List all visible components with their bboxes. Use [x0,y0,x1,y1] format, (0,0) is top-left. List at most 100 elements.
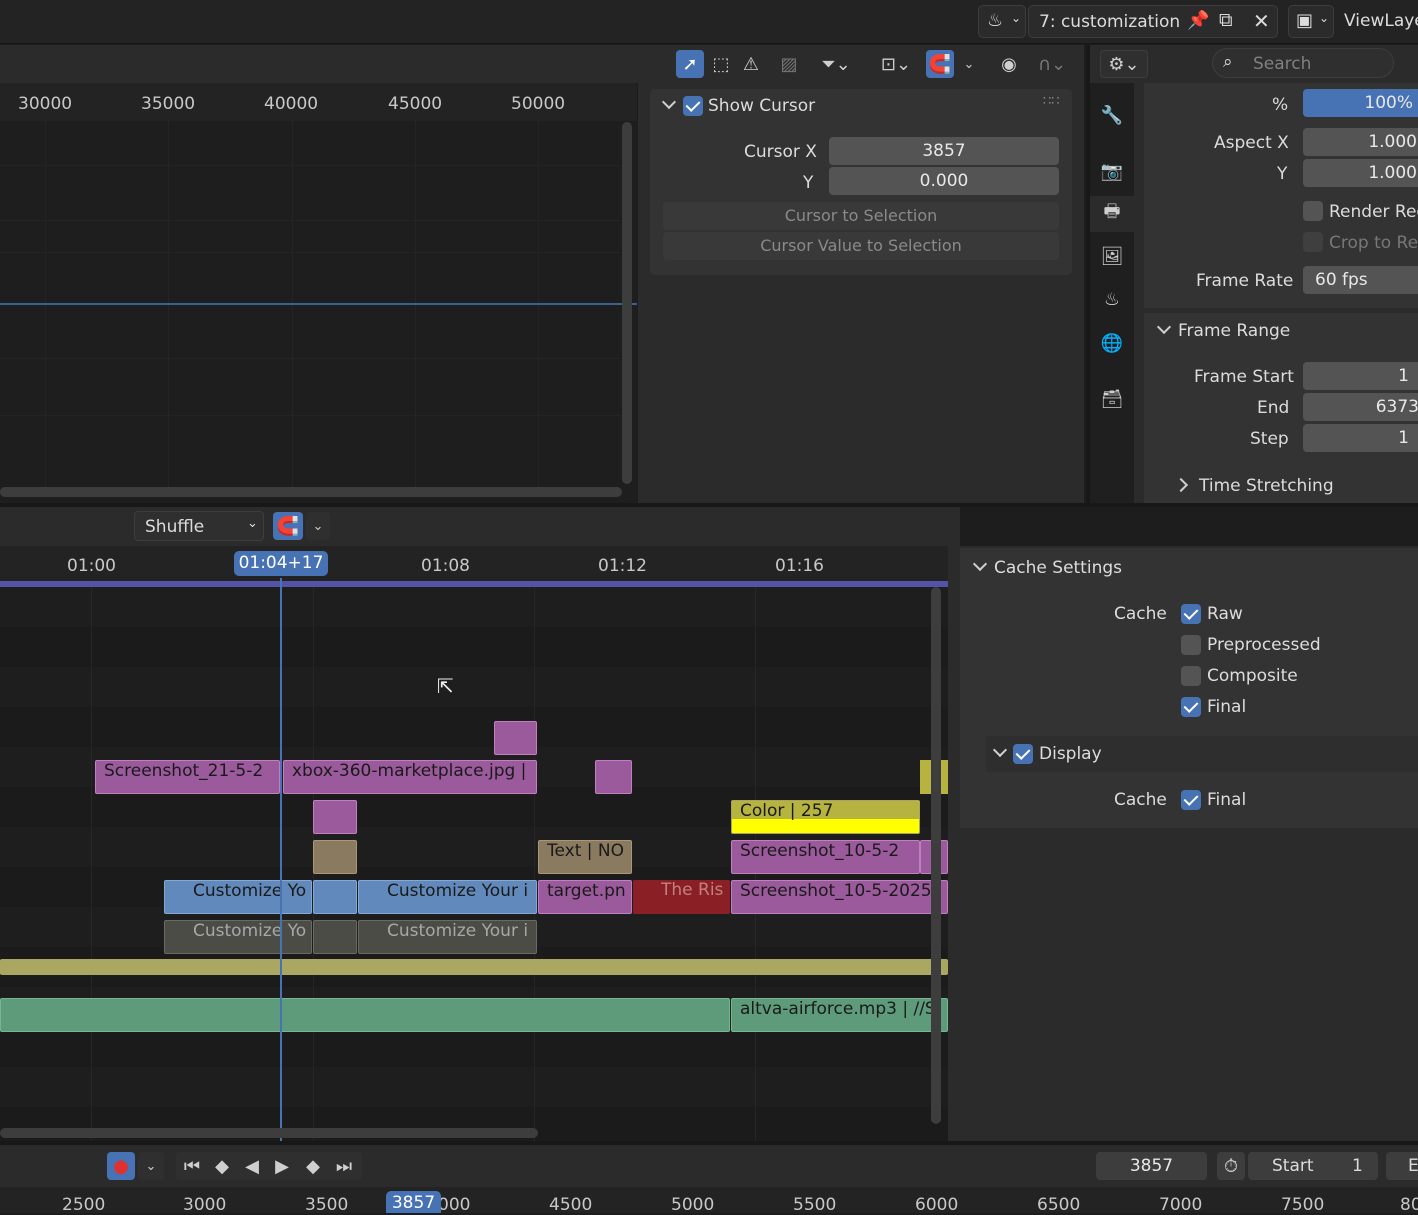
world-icon[interactable]: 🌐 [1096,327,1128,359]
stopwatch-icon[interactable]: ⏱ [1217,1152,1245,1180]
horizontal-scrollbar[interactable] [0,487,622,497]
chevron-down-icon[interactable] [975,559,989,573]
search-input[interactable]: ⌕ Search [1212,48,1394,78]
horizontal-scrollbar[interactable] [0,1128,538,1138]
sound-strip[interactable] [0,998,730,1032]
output-icon[interactable]: 🖶 [1090,196,1134,232]
chevron-down-icon[interactable]: ⌄ [306,512,330,540]
crop-checkbox[interactable] [1303,232,1323,252]
play-reverse-icon[interactable]: ◀ [238,1152,266,1180]
cache-settings-title[interactable]: Cache Settings [994,558,1122,578]
jump-end-icon[interactable]: ⏭ [330,1152,358,1180]
sound-strip[interactable]: altva-airforce.mp3 | //S [731,998,948,1032]
duplicate-icon[interactable]: ⧉ [1219,9,1233,31]
resolution-percent-field[interactable]: 100% [1303,89,1418,117]
view-layer-name[interactable]: ViewLaye [1344,11,1418,31]
graph-editor-area[interactable]: 30000 35000 40000 45000 50000 [0,83,637,503]
collection-icon[interactable]: 🗃 [1096,383,1128,415]
text-strip[interactable]: Text | NO [538,840,632,874]
chevron-down-icon[interactable]: ⌄ [958,50,980,78]
frame-end-field[interactable]: 6373 [1303,393,1418,421]
current-frame-field[interactable]: 3857 [1096,1152,1207,1180]
current-time-indicator[interactable]: 01:04+17 [234,551,328,576]
timeline-current-frame-indicator[interactable]: 3857 [386,1191,441,1213]
vertical-scrollbar[interactable] [622,122,632,484]
graph-icon[interactable]: ▨ [775,50,803,78]
cursor-value-to-selection-button[interactable]: Cursor Value to Selection [663,232,1059,260]
pin-icon[interactable]: 📌 [1187,10,1209,31]
aspect-y-field[interactable]: 1.000 [1303,159,1418,187]
tool-icon[interactable]: 🔧 [1096,99,1128,131]
view-layer-tab-icon[interactable]: 🖼 [1096,240,1128,272]
chevron-down-icon[interactable] [1159,322,1173,336]
show-cursor-checkbox[interactable] [683,96,703,116]
chevron-right-icon[interactable] [1176,480,1190,494]
filter-icon[interactable]: ⏷⌄ [812,50,860,78]
movie-strip[interactable]: Customize Yo [164,880,312,914]
next-keyframe-icon[interactable]: ◆ [298,1152,328,1180]
chevron-down-icon[interactable]: ⌄ [138,1152,164,1180]
frame-start-field[interactable]: 1 [1303,362,1418,390]
movie-strip[interactable]: Customize Your i [358,880,537,914]
final-checkbox[interactable] [1181,697,1201,717]
view-layer-selector-button[interactable]: ▣ ⌄ [1288,5,1334,38]
image-strip[interactable] [313,800,357,834]
sound-strip[interactable]: Customize Yo [164,920,312,954]
chevron-down-icon[interactable] [995,745,1009,759]
raw-checkbox[interactable] [1181,604,1201,624]
scene-tab-icon[interactable]: ♨ [1096,283,1128,315]
record-icon[interactable]: ● [107,1152,135,1180]
display-title[interactable]: Display [1039,744,1102,764]
display-checkbox[interactable] [1013,744,1033,764]
text-strip[interactable] [313,840,357,874]
cursor-to-selection-button[interactable]: Cursor to Selection [663,202,1059,230]
sound-strip[interactable]: Customize Your i [358,920,537,954]
cursor-x-field[interactable]: 3857 [829,137,1059,165]
render-icon[interactable]: 📷 [1096,155,1128,187]
effect-strip[interactable]: The Ris [633,880,730,914]
pivot-icon[interactable]: ⊡⌄ [872,50,920,78]
play-icon[interactable]: ▶ [268,1152,296,1180]
frame-range-title[interactable]: Frame Range [1178,321,1290,341]
image-strip[interactable]: xbox-360-marketplace.jpg | [283,760,537,794]
start-frame-field[interactable]: Start 1 [1248,1152,1378,1180]
playhead-line[interactable] [280,578,282,1141]
image-strip[interactable]: Screenshot_21-5-2 [95,760,280,794]
select-icon[interactable]: ➚ [676,50,704,78]
chevron-down-icon[interactable] [664,97,678,111]
image-strip[interactable] [494,721,537,755]
image-strip[interactable] [595,760,632,794]
snap-icon[interactable]: 🧲 [926,50,954,78]
prev-keyframe-icon[interactable]: ◆ [207,1152,237,1180]
editor-type-icon[interactable]: ⚙⌄ [1100,50,1148,78]
scene-selector-button[interactable]: ♨ ⌄ [978,5,1026,38]
color-strip[interactable]: Color | 257 [731,800,920,834]
box-select-icon[interactable]: ⬚ [707,50,735,78]
overlap-mode-dropdown[interactable]: Shuffle ⌄ [134,511,264,541]
end-frame-field[interactable]: E [1386,1152,1418,1180]
falloff-icon[interactable]: ∩⌄ [1028,50,1076,78]
aspect-x-field[interactable]: 1.000 [1303,128,1418,156]
preprocessed-checkbox[interactable] [1181,635,1201,655]
frame-step-field[interactable]: 1 [1303,424,1418,452]
image-strip[interactable]: Screenshot_10-5-2025 [731,880,948,914]
drag-handle-icon[interactable]: ∷∷ [1043,94,1060,109]
time-stretching-label[interactable]: Time Stretching [1199,476,1334,496]
adjustment-strip[interactable] [0,959,948,975]
movie-strip[interactable] [313,880,357,914]
image-strip[interactable]: target.pn [538,880,632,914]
render-region-checkbox[interactable] [1303,201,1323,221]
display-final-checkbox[interactable] [1181,790,1201,810]
cursor-y-field[interactable]: 0.000 [829,167,1059,195]
vertical-scrollbar[interactable] [931,587,941,1124]
jump-start-icon[interactable]: ⏮ [178,1152,206,1180]
sound-strip[interactable] [313,920,357,954]
frame-rate-dropdown[interactable]: 60 fps [1303,266,1418,294]
scene-name-field[interactable]: 7: customization 📌 ⧉ ✕ [1028,5,1278,38]
close-icon[interactable]: ✕ [1253,9,1270,33]
image-strip[interactable]: Screenshot_10-5-2 [731,840,920,874]
warning-icon[interactable]: ⚠ [737,50,765,78]
snap-icon[interactable]: 🧲 [273,512,303,540]
composite-checkbox[interactable] [1181,666,1201,686]
proportional-edit-icon[interactable]: ◉ [995,50,1023,78]
